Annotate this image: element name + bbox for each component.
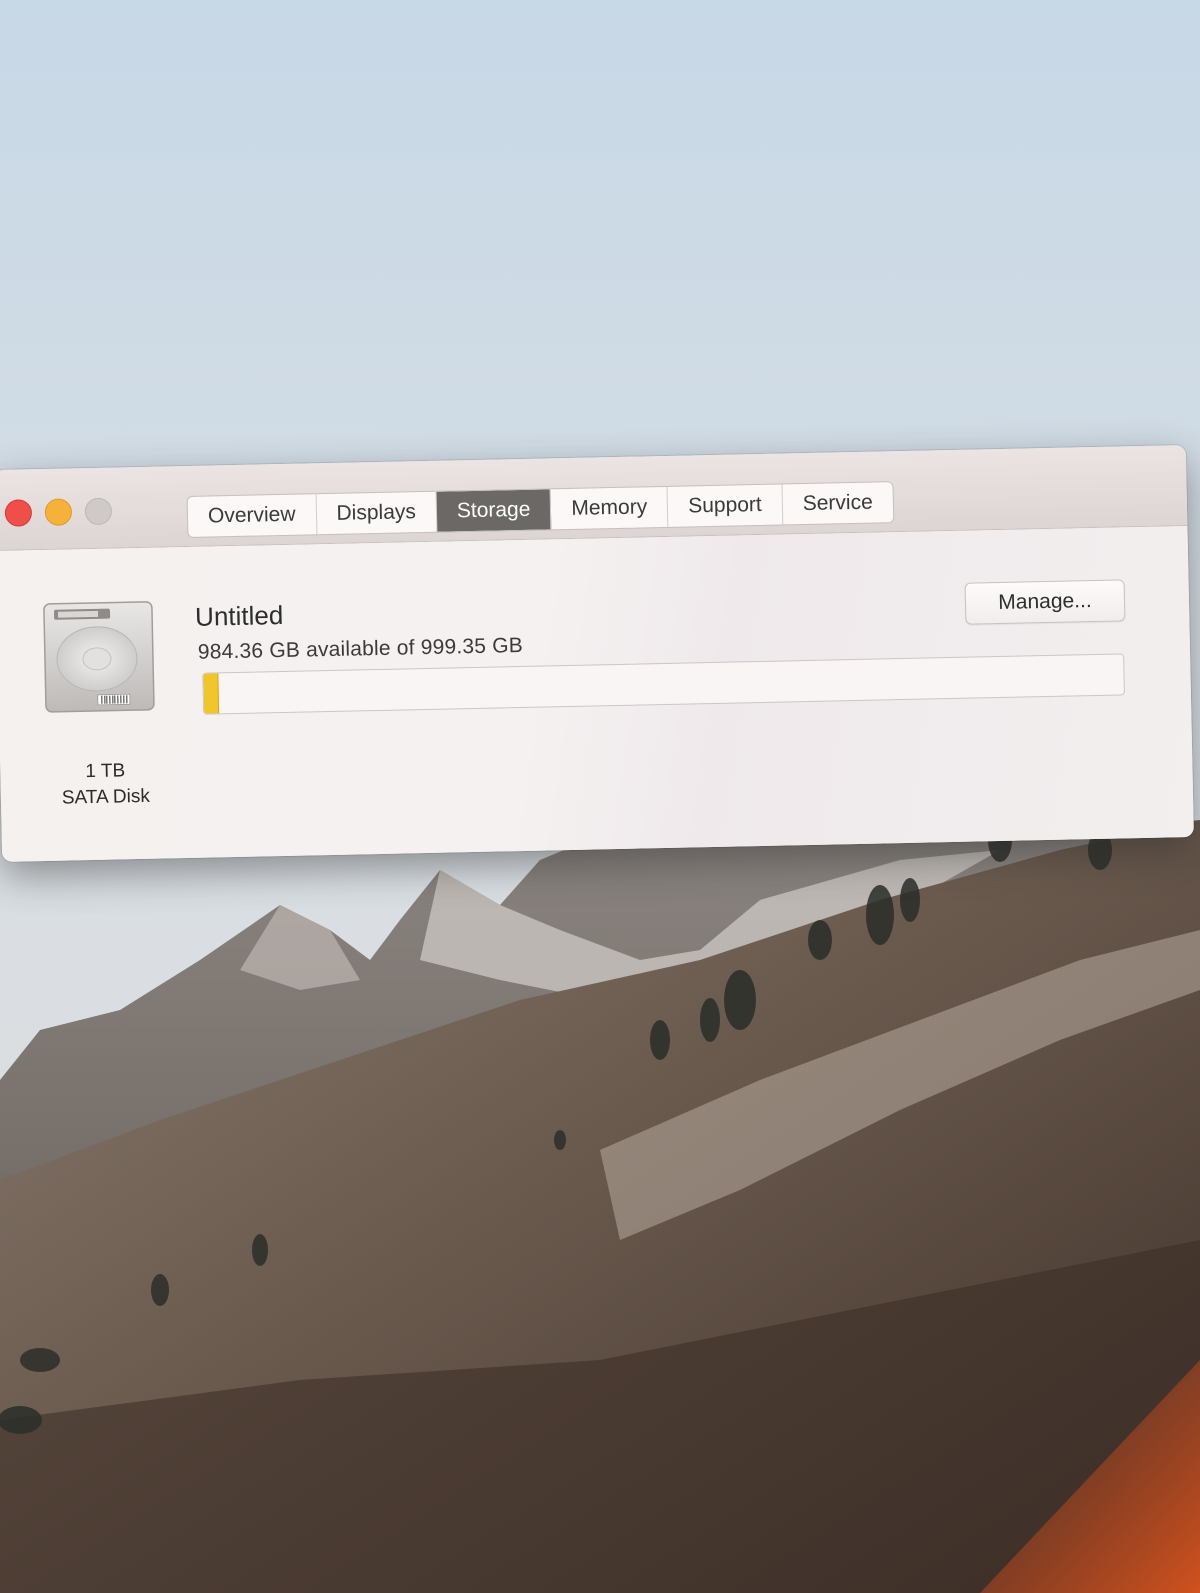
about-this-mac-window: Overview Displays Storage Memory Support… <box>0 445 1194 862</box>
storage-usage-bar <box>202 653 1125 715</box>
tab-displays[interactable]: Displays <box>316 491 438 535</box>
tab-memory[interactable]: Memory <box>550 486 669 530</box>
volume-availability: 984.36 GB available of 999.35 GB <box>197 633 524 664</box>
tab-support[interactable]: Support <box>667 484 784 527</box>
tab-overview[interactable]: Overview <box>187 494 317 537</box>
disk-capacity: 1 TB <box>85 760 126 783</box>
tab-service[interactable]: Service <box>782 482 893 524</box>
manage-button[interactable]: Manage... <box>964 579 1126 625</box>
zoom-button <box>84 497 113 526</box>
hard-disk-icon <box>43 601 155 713</box>
close-button[interactable] <box>4 499 33 527</box>
storage-used-segment <box>203 673 219 714</box>
disk-type: SATA Disk <box>61 785 151 809</box>
tab-bar: Overview Displays Storage Memory Support… <box>186 481 895 538</box>
volume-name: Untitled <box>194 599 284 632</box>
minimize-button[interactable] <box>44 498 73 526</box>
tab-storage[interactable]: Storage <box>436 489 552 532</box>
desktop: Overview Displays Storage Memory Support… <box>0 0 1200 1593</box>
storage-panel: 1 TB SATA Disk Untitled 984.36 GB availa… <box>0 526 1194 862</box>
disk-caption: 1 TB SATA Disk <box>30 757 181 812</box>
